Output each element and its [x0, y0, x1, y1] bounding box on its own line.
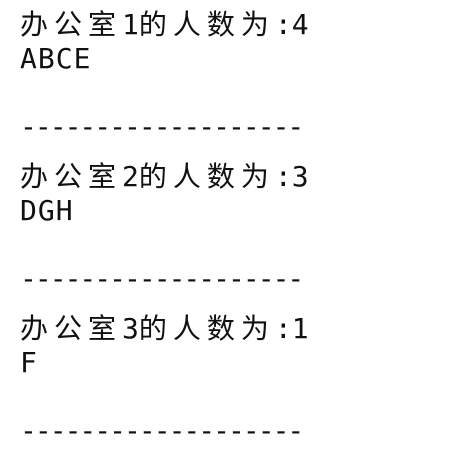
office-members: ABCE — [20, 42, 92, 75]
office-count: 3 — [291, 160, 309, 193]
office-label: 办公室 — [20, 8, 123, 41]
office-block-2: 办公室2的人数为:3 DGH ------------------- — [20, 160, 440, 288]
office-block-1: 办公室1的人数为:4 ABCE ------------------- — [20, 8, 440, 136]
office-members: DGH — [20, 194, 74, 227]
office-suffix: 的人数为 — [138, 160, 275, 193]
count-colon: : — [274, 312, 292, 345]
office-count-line: 办公室2的人数为:3 — [20, 160, 440, 194]
office-count-line: 办公室3的人数为:1 — [20, 312, 440, 346]
office-members: F — [20, 346, 38, 379]
separator-line: ------------------- — [20, 118, 304, 136]
office-number: 3 — [122, 312, 139, 345]
office-label: 办公室 — [20, 312, 123, 345]
office-number: 2 — [122, 160, 139, 193]
office-block-3: 办公室3的人数为:1 F ------------------- — [20, 312, 440, 440]
office-suffix: 的人数为 — [138, 8, 275, 41]
office-number: 1 — [122, 8, 139, 41]
separator-line: ------------------- — [20, 270, 304, 288]
office-count-line: 办公室1的人数为:4 — [20, 8, 440, 42]
count-colon: : — [274, 8, 292, 41]
office-label: 办公室 — [20, 160, 123, 193]
office-suffix: 的人数为 — [138, 312, 275, 345]
office-count: 1 — [291, 312, 309, 345]
count-colon: : — [274, 160, 292, 193]
office-count: 4 — [291, 8, 309, 41]
separator-line: ------------------- — [20, 422, 304, 440]
